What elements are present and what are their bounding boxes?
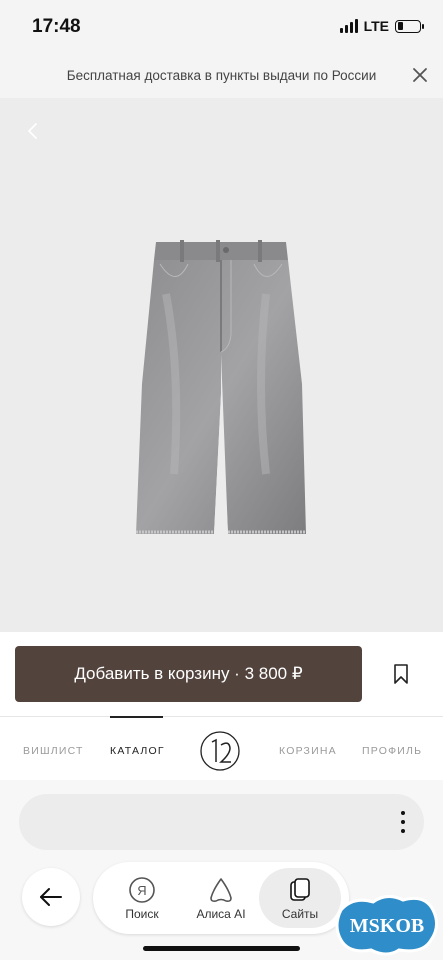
battery-icon: [395, 19, 424, 33]
battery-level: [397, 22, 403, 30]
watermark-text: MSKOB: [350, 915, 424, 937]
nav-item-cart[interactable]: КОРЗИНА: [279, 745, 337, 757]
brand-logo-icon[interactable]: [199, 730, 241, 772]
tab-alice-label: Алиса AI: [196, 907, 246, 921]
denim-shorts-image: [136, 240, 306, 534]
add-to-cart-button[interactable]: Добавить в корзину · 3 800 ₽: [15, 646, 362, 702]
tabs-icon: [290, 878, 310, 901]
home-indicator: [143, 946, 300, 951]
tab-search[interactable]: Я Поиск: [105, 868, 179, 928]
arrow-left-icon: [40, 888, 62, 906]
watermark-logo: MSKOB: [335, 895, 438, 956]
svg-text:Я: Я: [137, 883, 146, 898]
close-icon[interactable]: [409, 64, 431, 86]
status-time: 17:48: [32, 16, 81, 37]
browser-tabs: Я Поиск Алиса AI Сайты: [93, 862, 349, 934]
active-tab-indicator: [110, 716, 163, 718]
more-vertical-icon[interactable]: [400, 811, 406, 833]
status-indicators: LTE: [339, 18, 424, 34]
yandex-search-icon: Я: [129, 877, 155, 903]
alice-icon: [210, 878, 232, 902]
tab-sites[interactable]: Сайты: [259, 868, 341, 928]
status-bar: 17:48 LTE: [0, 0, 443, 56]
promo-text: Бесплатная доставка в пункты выдачи по Р…: [66, 68, 377, 83]
browser-back-button[interactable]: [22, 868, 80, 926]
product-gallery[interactable]: [0, 98, 443, 632]
chevron-left-icon[interactable]: [24, 120, 42, 142]
nav-item-profile[interactable]: ПРОФИЛЬ: [362, 745, 422, 757]
network-type: LTE: [363, 18, 389, 34]
bookmark-icon[interactable]: [393, 663, 409, 685]
tab-search-label: Поиск: [125, 907, 159, 921]
tab-alice[interactable]: Алиса AI: [184, 868, 258, 928]
address-bar[interactable]: [19, 794, 424, 850]
nav-item-catalog[interactable]: КАТАЛОГ: [110, 745, 165, 757]
add-to-cart-bar: Добавить в корзину · 3 800 ₽: [0, 632, 443, 718]
signal-icon: [339, 19, 358, 33]
site-bottom-nav: ВИШЛИСТ КАТАЛОГ КОРЗИНА ПРОФИЛЬ: [0, 716, 443, 780]
tab-sites-label: Сайты: [281, 907, 319, 921]
nav-item-wishlist[interactable]: ВИШЛИСТ: [23, 745, 84, 757]
promo-banner: Бесплатная доставка в пункты выдачи по Р…: [0, 56, 443, 98]
